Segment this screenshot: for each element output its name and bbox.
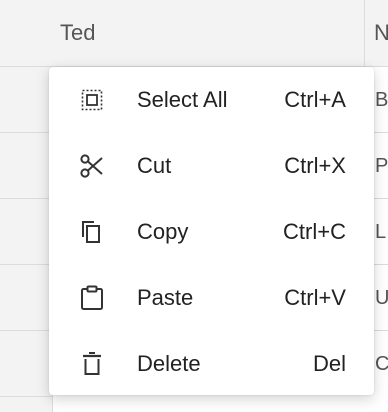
column-header-divider bbox=[364, 0, 365, 66]
menu-item-shortcut: Ctrl+X bbox=[284, 153, 346, 178]
row-divider bbox=[0, 330, 52, 331]
row-divider bbox=[0, 198, 52, 199]
select-all-icon bbox=[79, 87, 105, 113]
menu-item-cut[interactable]: Cut Ctrl+X bbox=[49, 133, 374, 199]
column-header-n[interactable]: N bbox=[374, 0, 388, 66]
row-divider bbox=[0, 264, 52, 265]
menu-item-label: Copy bbox=[137, 219, 189, 244]
row-header-column bbox=[0, 0, 53, 412]
clipboard-icon bbox=[79, 285, 105, 311]
menu-item-copy[interactable]: Copy Ctrl+C bbox=[49, 199, 374, 265]
menu-item-shortcut: Del bbox=[312, 351, 346, 376]
menu-item-shortcut: Ctrl+A bbox=[284, 87, 346, 112]
copy-icon bbox=[79, 219, 105, 245]
column-header-ted[interactable]: Ted bbox=[60, 0, 95, 66]
menu-item-label: Paste bbox=[137, 285, 194, 310]
row-divider bbox=[0, 132, 52, 133]
menu-item-shortcut: Ctrl+C bbox=[283, 219, 346, 244]
grid-cell[interactable]: U bbox=[375, 265, 388, 331]
column-header-row bbox=[52, 0, 388, 67]
grid-cell[interactable]: B bbox=[375, 67, 388, 133]
row-divider bbox=[0, 396, 52, 397]
scissors-icon bbox=[79, 153, 105, 179]
menu-item-shortcut: Ctrl+V bbox=[284, 285, 346, 310]
menu-item-label: Select All bbox=[137, 87, 228, 112]
menu-item-delete[interactable]: Delete Del bbox=[49, 331, 374, 397]
trash-icon bbox=[79, 351, 105, 377]
menu-item-label: Cut bbox=[137, 153, 172, 178]
grid-cell[interactable]: P bbox=[375, 133, 388, 199]
menu-item-paste[interactable]: Paste Ctrl+V bbox=[49, 265, 374, 331]
menu-item-select-all[interactable]: Select All Ctrl+A bbox=[49, 67, 374, 133]
grid-cell[interactable]: L bbox=[375, 199, 388, 265]
menu-item-label: Delete bbox=[137, 351, 201, 376]
context-menu: Select All Ctrl+A Cut Ctrl+X Copy Ctrl+C bbox=[49, 67, 374, 395]
grid-cell[interactable]: C bbox=[375, 331, 388, 397]
row-divider bbox=[0, 66, 52, 67]
